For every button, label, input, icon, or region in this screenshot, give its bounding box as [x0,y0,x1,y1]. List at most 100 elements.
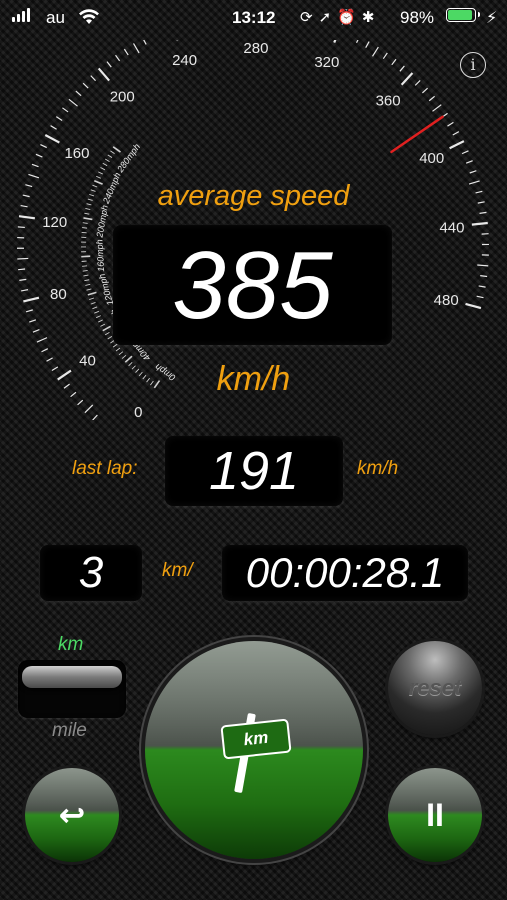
gauge-mph-tick [95,315,101,319]
gauge-mph-tick [83,217,93,221]
gauge-minor-tick [62,107,69,113]
average-speed-value: 385 [172,232,333,339]
average-speed-unit: km/h [216,360,291,398]
timer-value: 00:00:28.1 [245,549,445,596]
gauge-mph-tick [89,297,95,300]
gauge-mph-tick [87,291,97,296]
gauge-km-label: 320 [314,54,339,71]
gauge-major-tick [97,67,110,82]
rotation-lock-icon: ⟳ [300,9,319,26]
gauge-minor-tick [480,275,488,278]
gauge-minor-tick [19,278,27,281]
gauge-mph-tick [98,171,103,175]
gauge-mph-tick [84,279,90,282]
gauge-minor-tick [92,414,98,420]
distance-unit: km/ [162,560,193,581]
gauge-mph-tick [82,265,88,267]
alarm-icon: ⏰ [337,9,362,26]
gauge-mph-tick [82,270,88,272]
reset-label: reset [408,675,462,700]
gauge-mph-tick [102,162,108,167]
pause-icon: II [426,797,444,833]
gauge-km-label: 240 [172,52,197,69]
gauge-minor-tick [399,65,405,72]
gauge-minor-tick [469,170,477,174]
gauge-km-label: 200 [110,89,135,106]
gauge-minor-tick [391,58,397,66]
signal-icon [12,8,30,22]
carrier-label: au [46,8,65,27]
back-button[interactable]: ↩ [25,768,119,862]
gauge-major-tick [44,134,60,144]
gauge-minor-tick [35,153,43,158]
gauge-mph-tick [81,255,91,258]
gauge-minor-tick [476,295,484,299]
gauge-minor-tick [355,40,359,44]
gauge-km-label: 80 [50,286,67,303]
gauge-minor-tick [465,160,473,164]
gauge-minor-tick [55,116,63,121]
gauge-minor-tick [428,95,435,102]
gauge-minor-tick [432,104,442,112]
gauge-minor-tick [477,264,489,267]
gauge-km-label: 120 [42,214,67,231]
gauge-major-tick [471,221,488,226]
gauge-mph-tick [83,274,89,277]
gauge-minor-tick [365,41,370,48]
charging-icon: ⚡ [486,10,498,27]
gauge-mph-tick [84,212,90,215]
gauge-minor-tick [414,80,421,86]
gauge-minor-tick [40,144,47,149]
gauge-minor-tick [32,329,40,333]
gauge-minor-tick [123,48,129,56]
gauge-minor-tick [17,257,29,260]
gauge-km-label: 360 [376,93,401,110]
gauge-minor-tick [28,173,40,179]
lap-flag-label: km [220,718,292,760]
gauge-mph-label: 280mph [115,142,143,175]
gauge-mph-tick [104,158,110,162]
gauge-minor-tick [17,226,25,229]
gauge-minor-tick [36,337,48,343]
gauge-mph-tick [94,310,100,314]
gauge-minor-tick [372,46,379,57]
last-lap-label: last lap: [72,458,138,479]
battery-percent: 98% [400,8,435,27]
last-lap-value: 191 [208,441,300,501]
status-bar: au 13:12 ⟳➚⏰✱ 98% ⚡ [0,0,507,36]
gauge-minor-tick [41,348,49,353]
gauge-minor-tick [25,309,33,313]
gauge-mph-tick [82,227,88,229]
gauge-mph-tick [100,323,106,327]
gauge-minor-tick [18,268,26,271]
gauge-minor-tick [90,75,96,82]
clock: 13:12 [232,8,276,27]
unit-option-km[interactable]: km [58,634,83,656]
gauge-km-label: 160 [64,145,89,162]
speed-needle [390,115,444,154]
pause-button[interactable]: II [388,768,482,862]
gauge-major-tick [400,72,414,86]
gauge-mph-tick [118,351,124,356]
wifi-icon [79,9,99,24]
back-arrow-icon: ↩ [58,797,86,833]
gauge-minor-tick [75,90,82,97]
gauge-major-tick [465,302,482,310]
gauge-minor-tick [461,150,469,155]
gauge-minor-tick [115,54,121,62]
gauge-minor-tick [143,40,147,45]
gauge-mph-tick [107,154,113,158]
gauge-minor-tick [478,285,486,288]
bluetooth-icon: ✱ [361,9,381,26]
gauge-mph-tick [90,302,96,305]
distance-value: 3 [78,548,104,597]
gauge-km-label: 0 [134,404,142,420]
gauge-minor-tick [68,98,78,107]
unit-switch-knob[interactable] [22,666,122,688]
unit-option-mile[interactable]: mile [52,720,87,742]
gauge-km-label: 480 [434,292,459,309]
gauge-km-label: 400 [419,150,444,167]
gauge-km-label: 440 [439,220,464,237]
gauge-minor-tick [77,399,84,406]
location-icon: ➚ [318,9,338,26]
